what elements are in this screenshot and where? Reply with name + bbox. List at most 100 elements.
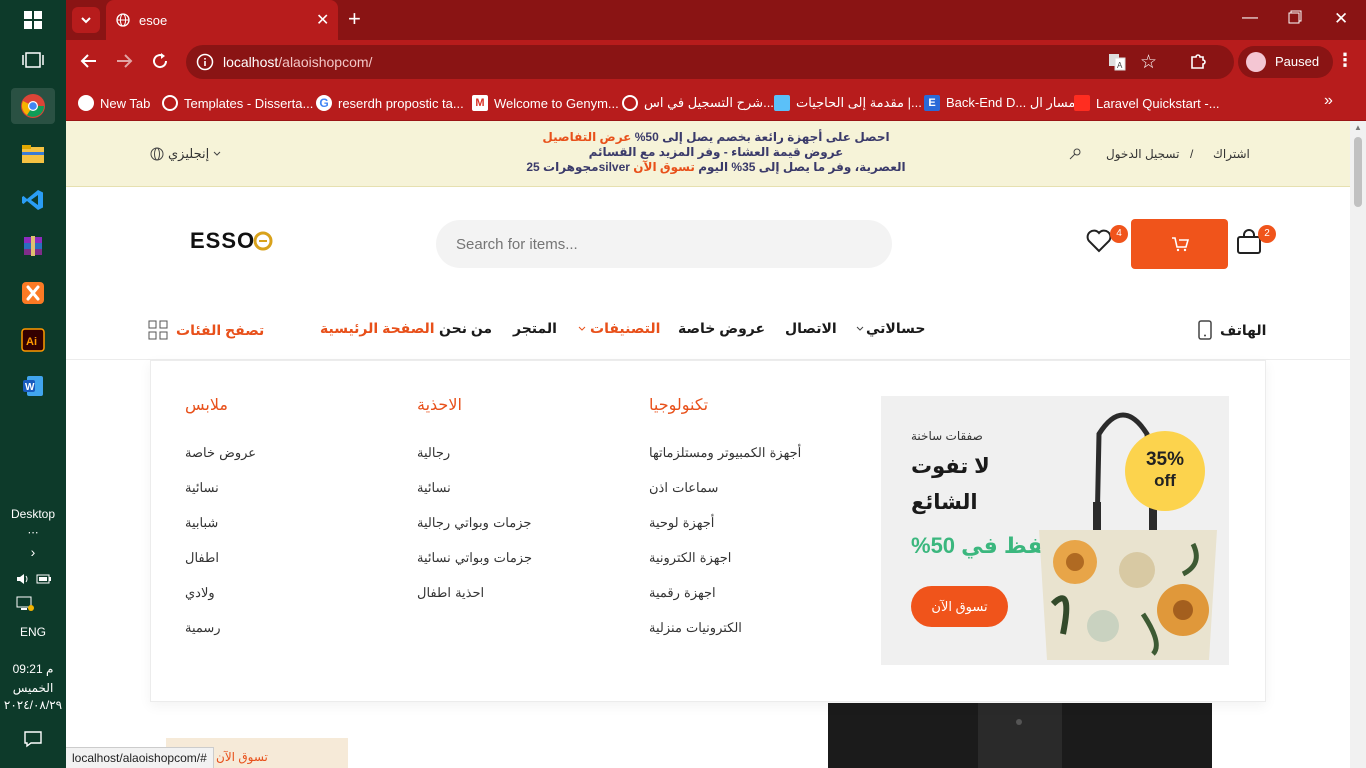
- mega-link[interactable]: اطفال: [185, 551, 219, 566]
- mega-link[interactable]: عروض خاصة: [185, 446, 256, 461]
- show-hidden-icons-chevron-icon[interactable]: ›: [0, 544, 66, 560]
- bookmark-item[interactable]: شرح التسجيل في اس...: [622, 92, 774, 114]
- promo-text: احصل على أجهزة رائعة بخصم يصل إلى 50% عر…: [506, 130, 926, 175]
- nav-phone[interactable]: الهاتف: [1198, 320, 1266, 340]
- bookmark-item[interactable]: M Welcome to Genym...: [472, 92, 619, 114]
- browser-tab-active[interactable]: esoe ✕: [106, 0, 338, 40]
- mega-column-title-shoes[interactable]: الاحذية: [417, 395, 462, 415]
- bookmark-item[interactable]: مقدمة إلى الحاجيات |...: [774, 92, 922, 114]
- restore-window-icon[interactable]: [1288, 10, 1302, 29]
- mega-link[interactable]: اجهزة رقمية: [649, 586, 716, 601]
- wishlist-button[interactable]: 4: [1086, 225, 1128, 258]
- nav-categories[interactable]: التصنيفات: [578, 320, 660, 337]
- nav-my-account[interactable]: حسالاتي: [856, 320, 925, 337]
- site-logo[interactable]: ESSO: [190, 228, 273, 254]
- banner-shop-now-button[interactable]: تسوق الآن: [911, 586, 1008, 627]
- desktop-chevron-icon[interactable]: ⋯: [0, 526, 66, 539]
- search-input[interactable]: [456, 232, 876, 256]
- nav-special-offers[interactable]: عروض خاصة: [678, 320, 765, 337]
- xampp-icon[interactable]: [11, 275, 55, 311]
- nav-contact[interactable]: الاتصال: [785, 320, 837, 337]
- announcement-bar: إنجليزي احصل على أجهزة رائعة بخصم يصل إل…: [66, 121, 1350, 187]
- vscode-icon[interactable]: [11, 182, 55, 218]
- language-indicator[interactable]: ENG: [0, 625, 66, 639]
- desktop-label[interactable]: Desktop: [0, 507, 66, 521]
- mega-link[interactable]: احذية اطفال: [417, 586, 484, 601]
- volume-icon[interactable]: [16, 572, 30, 586]
- key-icon: [1068, 147, 1082, 166]
- mega-link[interactable]: جزمات وبواتي رجالية: [417, 516, 531, 531]
- bookmark-item[interactable]: E Back-End D... مسار ال: [924, 92, 1075, 114]
- bookmark-item[interactable]: Greserdh propostic ta...: [316, 92, 464, 114]
- cart-button[interactable]: 2: [1236, 225, 1276, 260]
- address-bar[interactable]: localhost/alaoishopcom/ A ☆: [186, 45, 1234, 79]
- mega-link[interactable]: الكترونيات منزلية: [649, 621, 742, 636]
- back-arrow-icon[interactable]: [80, 52, 98, 75]
- mega-link[interactable]: أجهزة الكمبيوتر ومستلزماتها: [649, 446, 801, 461]
- mega-link[interactable]: سماعات اذن: [649, 481, 718, 496]
- bookmark-item[interactable]: Templates - Disserta...: [162, 92, 313, 114]
- add-to-cart-button[interactable]: [1131, 219, 1228, 269]
- chrome-app-icon[interactable]: [11, 88, 55, 124]
- bookmark-item[interactable]: Laravel Quickstart -...: [1074, 92, 1220, 114]
- mega-link[interactable]: رسمية: [185, 621, 221, 636]
- mega-column-title-clothes[interactable]: ملابس: [185, 395, 228, 415]
- network-icon[interactable]: [16, 596, 34, 617]
- browse-categories-button[interactable]: تصفح الفئات: [148, 320, 264, 340]
- word-icon[interactable]: W: [11, 368, 55, 404]
- profile-button[interactable]: Paused: [1238, 46, 1333, 78]
- bookmark-star-icon[interactable]: ☆: [1140, 51, 1157, 74]
- windows-start-icon[interactable]: [11, 2, 55, 38]
- mega-column-title-technology[interactable]: تكنولوجيا: [649, 395, 708, 415]
- shop-now-link[interactable]: تسوق الآن: [633, 160, 695, 174]
- mega-link[interactable]: شبابية: [185, 516, 218, 531]
- nav-shop[interactable]: المتجر: [513, 320, 557, 337]
- mega-link[interactable]: أجهزة لوحية: [649, 516, 714, 531]
- forward-arrow-icon[interactable]: [115, 52, 133, 75]
- details-link[interactable]: عرض التفاصيل: [542, 130, 631, 144]
- nav-about[interactable]: من نحن: [439, 320, 492, 337]
- mega-link[interactable]: جزمات وبواتي نسائية: [417, 551, 532, 566]
- site-info-icon[interactable]: [196, 53, 214, 76]
- mega-link[interactable]: اجهزة الكترونية: [649, 551, 731, 566]
- new-tab-plus-icon[interactable]: +: [348, 6, 361, 32]
- tab-search-button[interactable]: [72, 7, 100, 33]
- search-box[interactable]: [436, 220, 892, 268]
- mega-link[interactable]: نسائية: [417, 481, 451, 496]
- scrollbar-thumb[interactable]: [1354, 137, 1362, 207]
- illustrator-icon[interactable]: Ai: [11, 322, 55, 358]
- bookmark-item[interactable]: New Tab: [78, 92, 150, 114]
- mega-link[interactable]: نسائية: [185, 481, 219, 496]
- notifications-icon[interactable]: [24, 730, 42, 753]
- reload-icon[interactable]: [151, 52, 169, 75]
- winrar-icon[interactable]: [11, 228, 55, 264]
- page-scrollbar[interactable]: ▲: [1350, 121, 1366, 768]
- scroll-up-arrow-icon[interactable]: ▲: [1354, 123, 1362, 132]
- translate-icon[interactable]: A: [1108, 53, 1126, 76]
- laravel-icon: [1074, 95, 1090, 111]
- login-link[interactable]: تسجيل الدخول: [1106, 147, 1179, 161]
- clock-date: ٢٠٢٤/٠٨/٢٩: [3, 698, 63, 712]
- promo-line-3-text: العصرية، وفر ما يصل إلى 35% اليوم: [698, 160, 906, 174]
- wishlist-count-badge: 4: [1110, 225, 1128, 243]
- tab-title: esoe: [139, 13, 168, 28]
- clock-time[interactable]: 09:21 م: [0, 662, 66, 676]
- extensions-puzzle-icon[interactable]: [1189, 51, 1209, 76]
- mega-link[interactable]: ولادي: [185, 586, 215, 601]
- mega-link[interactable]: رجالية: [417, 446, 450, 461]
- language-selector[interactable]: إنجليزي: [150, 146, 221, 162]
- hero-cta-label: تسوق الآن: [216, 750, 268, 764]
- file-explorer-icon[interactable]: [11, 136, 55, 172]
- more-bookmarks-chevron-icon[interactable]: »: [1324, 92, 1333, 110]
- flutter-icon: [774, 95, 790, 111]
- minimize-window-icon[interactable]: —: [1242, 9, 1258, 27]
- battery-icon[interactable]: [36, 572, 52, 586]
- browser-menu-dots-icon[interactable]: ⋮: [1336, 50, 1354, 71]
- register-link[interactable]: اشتراك: [1213, 147, 1250, 161]
- browse-categories-label: تصفح الفئات: [176, 321, 265, 338]
- task-view-icon[interactable]: [11, 42, 55, 78]
- avatar: [1246, 52, 1266, 72]
- nav-home[interactable]: الصفحة الرئيسية: [320, 320, 435, 337]
- close-window-icon[interactable]: ✕: [1334, 9, 1348, 29]
- tab-close-icon[interactable]: ✕: [316, 10, 329, 30]
